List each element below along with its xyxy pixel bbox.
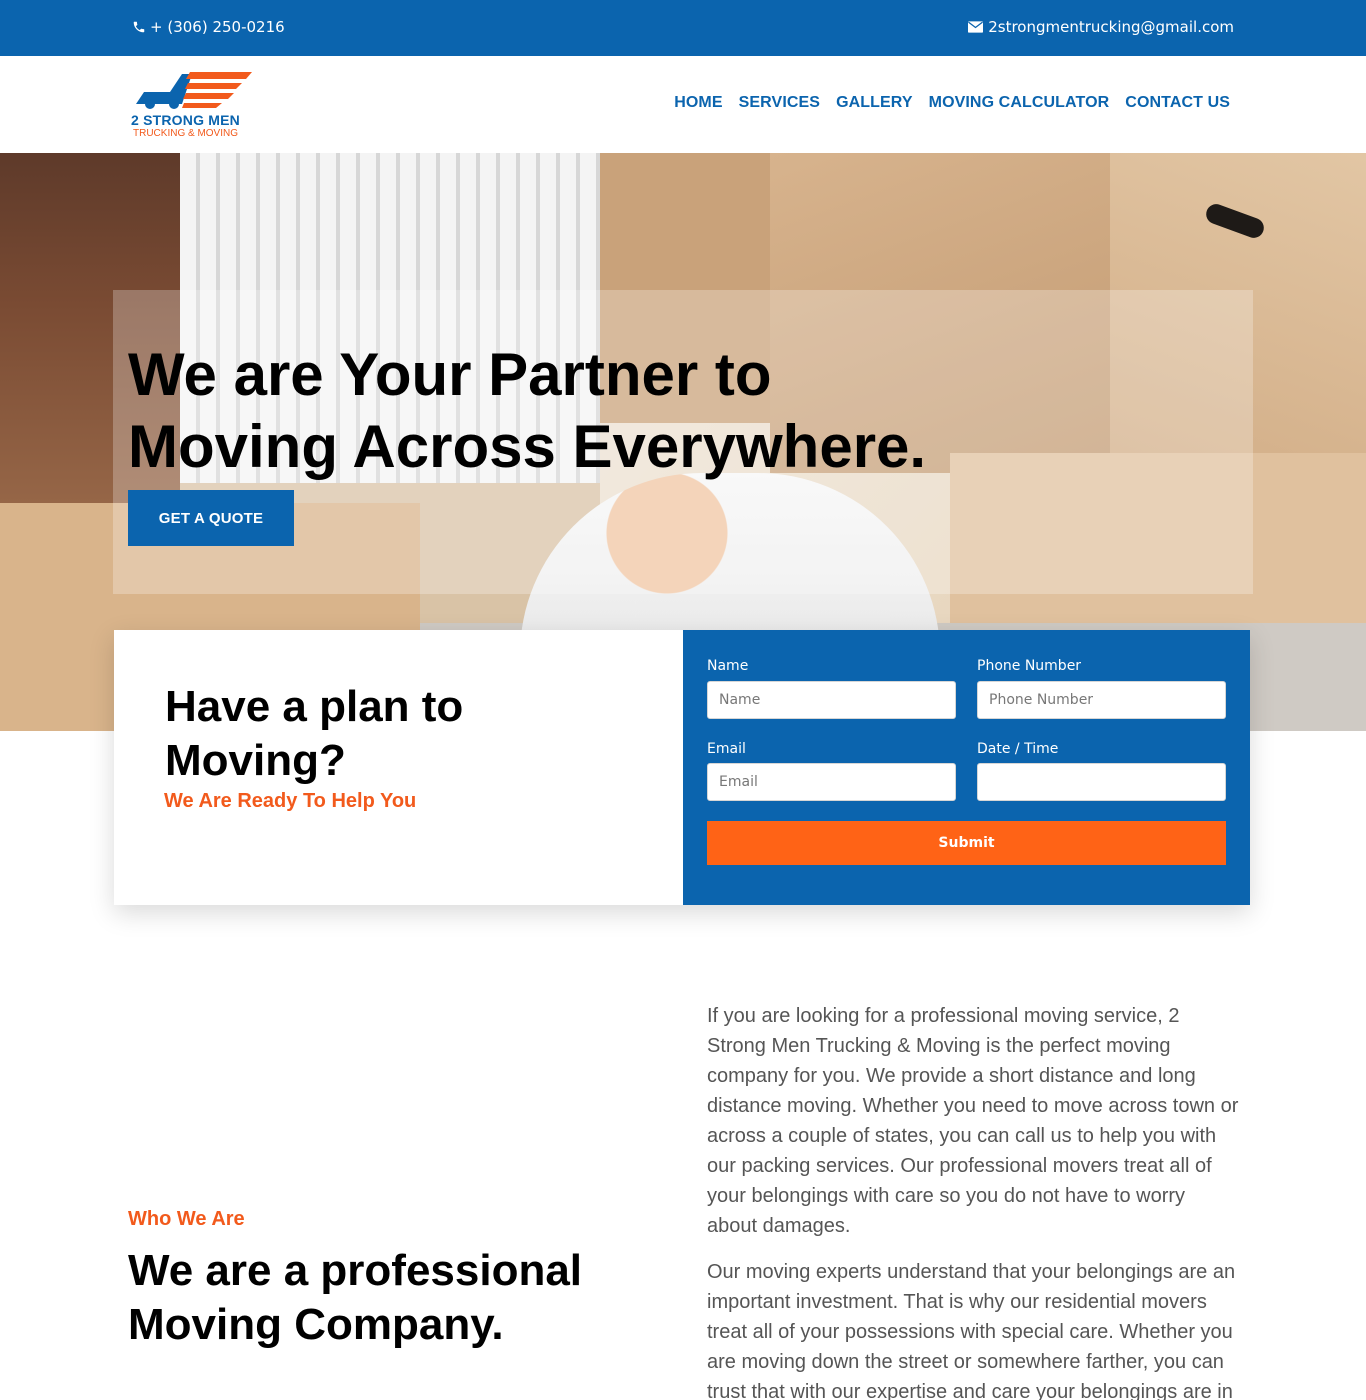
submit-button[interactable]: Submit — [707, 821, 1226, 865]
about-title-line1: We are a professional — [128, 1246, 583, 1295]
phone-contact[interactable]: + (306) 250-0216 — [132, 18, 285, 36]
about-title: We are a professional Moving Company. — [128, 1244, 648, 1352]
date-time-label: Date / Time — [977, 741, 1059, 757]
date-time-input[interactable] — [977, 763, 1226, 801]
truck-flag-logo-icon — [136, 72, 252, 109]
email-label: Email — [707, 741, 746, 757]
site-header: 2 STRONG MEN TRUCKING & MOVING HOME SERV… — [0, 56, 1366, 153]
email-contact[interactable]: 2strongmentrucking@gmail.com — [968, 18, 1234, 36]
email-input[interactable]: Email — [707, 763, 956, 801]
plan-title-line1: Have a plan to — [165, 682, 464, 731]
main-nav: HOME SERVICES GALLERY MOVING CALCULATOR … — [674, 94, 1230, 112]
nav-home[interactable]: HOME — [674, 94, 722, 112]
about-text: If you are looking for a professional mo… — [707, 1001, 1239, 1400]
nav-gallery[interactable]: GALLERY — [836, 94, 913, 112]
nav-moving-calculator[interactable]: MOVING CALCULATOR — [929, 94, 1110, 112]
quote-form: Name Name Phone Number Phone Number Emai… — [683, 630, 1250, 905]
logo-wordmark: 2 STRONG MEN — [131, 112, 240, 128]
plan-title: Have a plan to Moving? — [165, 680, 545, 788]
about-paragraph-2: Our moving experts understand that your … — [707, 1261, 1236, 1400]
phone-input[interactable]: Phone Number — [977, 681, 1226, 719]
nav-contact-us[interactable]: CONTACT US — [1125, 94, 1230, 112]
plan-title-line2: Moving? — [165, 736, 346, 785]
about-title-line2: Moving Company. — [128, 1300, 504, 1349]
name-input[interactable]: Name — [707, 681, 956, 719]
email-address: 2strongmentrucking@gmail.com — [988, 18, 1234, 36]
nav-services[interactable]: SERVICES — [739, 94, 820, 112]
phone-label: Phone Number — [977, 658, 1082, 674]
site-logo[interactable]: 2 STRONG MEN TRUCKING & MOVING — [130, 70, 255, 142]
logo-tagline: TRUCKING & MOVING — [133, 128, 239, 139]
plan-subtitle: We Are Ready To Help You — [164, 790, 417, 812]
hero-title: We are Your Partner to Moving Across Eve… — [128, 339, 988, 483]
phone-icon — [132, 20, 146, 34]
hero-title-line2: Moving Across Everywhere. — [128, 413, 927, 480]
get-a-quote-button[interactable]: GET A QUOTE — [128, 490, 294, 546]
hero-title-line1: We are Your Partner to — [128, 341, 772, 408]
name-label: Name — [707, 658, 749, 674]
phone-number: + (306) 250-0216 — [150, 18, 285, 36]
plan-card: Have a plan to Moving? We Are Ready To H… — [114, 630, 1250, 905]
about-paragraph-1: If you are looking for a professional mo… — [707, 1005, 1239, 1237]
envelope-icon — [968, 21, 984, 33]
about-kicker: Who We Are — [128, 1208, 245, 1230]
top-bar: + (306) 250-0216 2strongmentrucking@gmai… — [0, 0, 1366, 56]
